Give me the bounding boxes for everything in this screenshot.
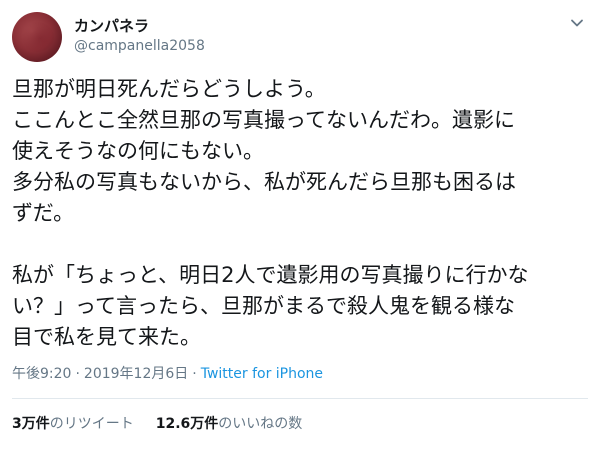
tweet-stats: 3万件のリツイート 12.6万件のいいねの数	[12, 414, 324, 434]
tweet-date[interactable]: 2019年12月6日	[84, 366, 188, 382]
meta-separator: ·	[192, 366, 197, 382]
avatar[interactable]	[12, 12, 62, 62]
likes-label: のいいねの数	[218, 416, 303, 432]
meta-separator: ·	[75, 366, 80, 382]
chevron-down-icon[interactable]	[568, 14, 586, 32]
likes-count: 12.6万件	[155, 416, 219, 432]
user-info[interactable]: カンパネラ @campanella2058	[74, 16, 205, 56]
retweets-count: 3万件	[12, 416, 50, 432]
divider	[12, 398, 588, 399]
tweet-card: カンパネラ @campanella2058 旦那が明日死んだらどうしよう。 ここ…	[0, 0, 600, 453]
tweet-text: 旦那が明日死んだらどうしよう。 ここんとこ全然旦那の写真撮ってないんだわ。遺影に…	[12, 77, 529, 349]
retweets-stat[interactable]: 3万件のリツイート	[12, 416, 134, 432]
tweet-meta: 午後9:20 · 2019年12月6日 · Twitter for iPhone	[12, 364, 323, 384]
likes-stat[interactable]: 12.6万件のいいねの数	[156, 416, 303, 432]
tweet-time[interactable]: 午後9:20	[12, 366, 71, 382]
retweets-label: のリツイート	[49, 416, 134, 432]
user-handle[interactable]: @campanella2058	[74, 36, 205, 56]
tweet-source-link[interactable]: Twitter for iPhone	[201, 366, 323, 382]
display-name[interactable]: カンパネラ	[74, 16, 205, 36]
